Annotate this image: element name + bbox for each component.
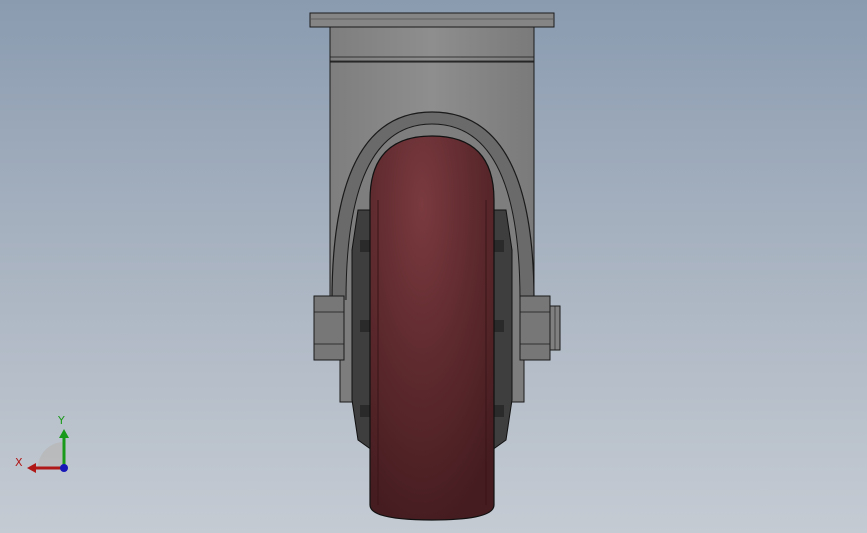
graphics-viewport[interactable]: Y X xyxy=(0,0,867,533)
y-axis-label: Y xyxy=(58,414,65,427)
z-axis-dot xyxy=(60,464,68,472)
y-axis-arrowhead xyxy=(59,429,69,438)
axle-nut-left xyxy=(313,295,345,361)
triad-graphic xyxy=(27,429,69,473)
triad-plane-icon xyxy=(38,442,64,468)
x-axis-arrowhead xyxy=(27,463,36,473)
x-axis-label: X xyxy=(15,456,23,469)
wheel-tread xyxy=(369,135,495,521)
axle-nut-right xyxy=(519,295,561,361)
caster-model-front-view[interactable] xyxy=(0,0,867,533)
coordinate-triad: Y X xyxy=(10,410,80,480)
mounting-plate xyxy=(309,12,555,28)
